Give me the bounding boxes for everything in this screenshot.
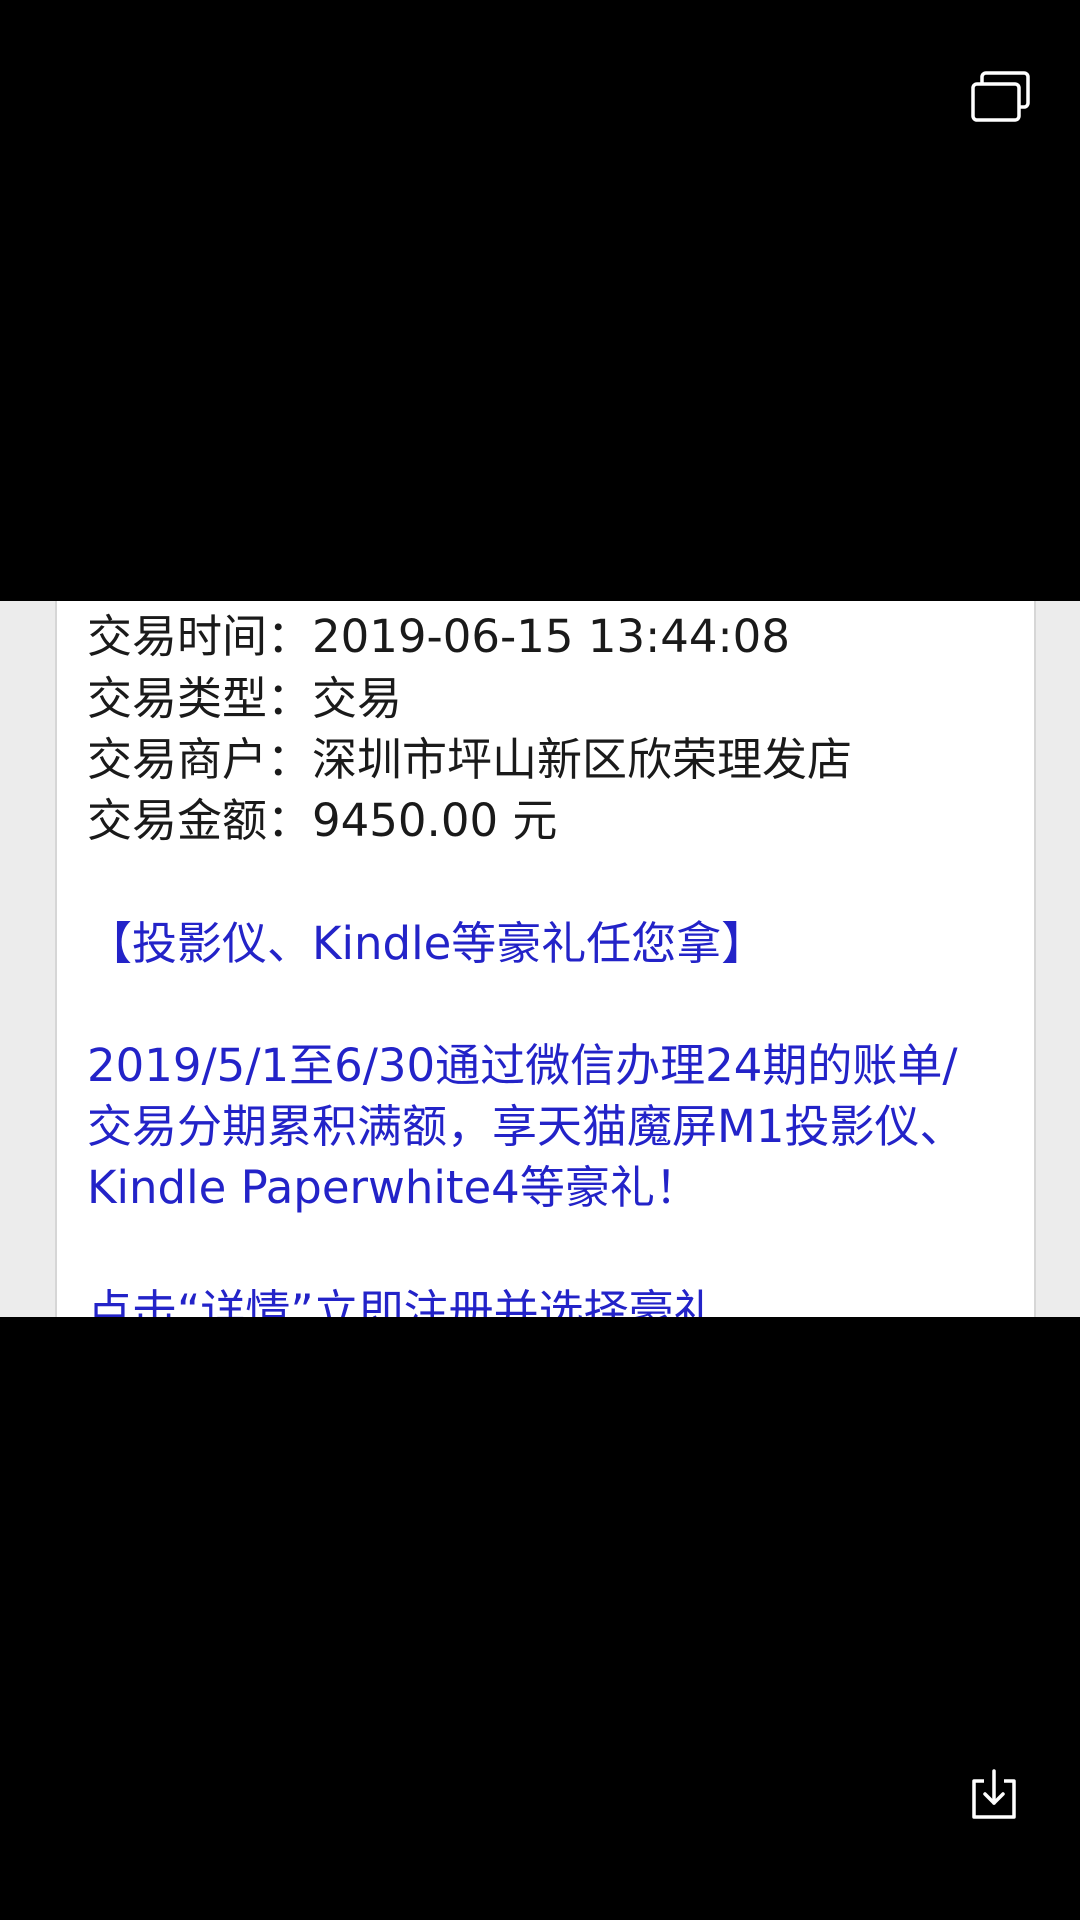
transaction-type-row: 交易类型：交易 [87,669,402,729]
promo-title: 【投影仪、Kindle等豪礼任您拿】 [87,917,767,970]
message-paper: 交易时间：2019-06-15 13:44:08 交易类型：交易 交易商户：深圳… [55,601,1036,1317]
promo-body-line-2: 交易分期累积满额，享天猫魔屏M1投影仪、 [87,1100,965,1153]
transaction-time-label: 交易时间： [87,610,313,663]
promo-body: 2019/5/1至6/30通过微信办理24期的账单/ 交易分期累积满额，享天猫魔… [87,1035,1007,1218]
transaction-merchant-value: 深圳市坪山新区欣荣理发店 [312,733,853,786]
download-button[interactable] [966,1767,1022,1823]
transaction-type-label: 交易类型： [87,672,313,725]
transaction-amount-label: 交易金额： [87,794,313,847]
download-icon [972,1769,1016,1819]
promo-register-link[interactable]: 点击“详情”立即注册并选择豪礼 [87,1281,1007,1317]
multiple-windows-button[interactable] [968,70,1038,126]
promo-body-line-3: Kindle Paperwhite4等豪礼！ [87,1161,700,1214]
transaction-time-row: 交易时间：2019-06-15 13:44:08 [87,607,790,667]
transaction-amount-row: 交易金额：9450.00 元 [87,791,557,851]
promo-body-line-1: 2019/5/1至6/30通过微信办理24期的账单/ [87,1039,958,1092]
image-viewer: 交易时间：2019-06-15 13:44:08 交易类型：交易 交易商户：深圳… [0,0,1080,1920]
transaction-amount-value: 9450.00 元 [312,794,558,847]
transaction-merchant-label: 交易商户： [87,733,313,786]
transaction-time-value: 2019-06-15 13:44:08 [312,610,790,663]
bottom-bar [0,1317,1080,1920]
transaction-type-value: 交易 [312,672,403,725]
transaction-merchant-row: 交易商户：深圳市坪山新区欣荣理发店 [87,730,852,790]
message-image[interactable]: 交易时间：2019-06-15 13:44:08 交易类型：交易 交易商户：深圳… [0,601,1080,1317]
top-bar [0,0,1080,601]
multiple-windows-icon [971,71,1030,122]
